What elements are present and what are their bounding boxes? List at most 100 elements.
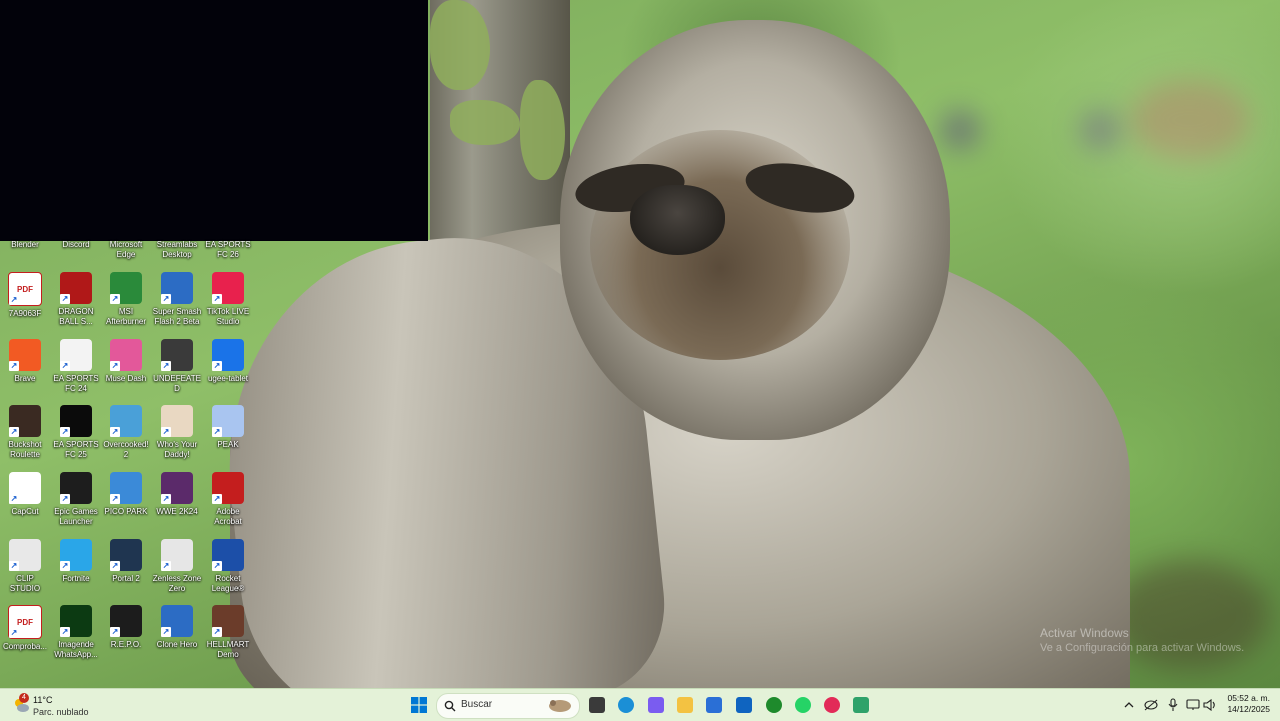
desktop-icon-label: Imagende WhatsApp...: [54, 640, 98, 659]
desktop-shortcut[interactable]: ↗ Brave: [0, 337, 50, 401]
desktop-shortcut[interactable]: ↗ Adobe Acrobat: [203, 470, 253, 534]
outlook-icon: [736, 697, 752, 713]
desktop-icon-label[interactable]: Streamlabs Desktop: [152, 240, 202, 260]
desktop-icon-label: Epic Games Launcher: [54, 507, 98, 526]
windows-logo-icon: [411, 697, 427, 713]
shortcut-arrow-icon: ↗: [60, 627, 70, 637]
desktop-shortcut[interactable]: ↗ Fortnite: [51, 537, 101, 601]
desktop-shortcut[interactable]: ↗ Rocket League®: [203, 537, 253, 601]
whos-your-daddy-icon: ↗: [161, 405, 193, 437]
network-button[interactable]: [1184, 693, 1202, 717]
desktop-icon-label: Muse Dash: [105, 374, 147, 383]
taskbar-search-box[interactable]: Buscar: [436, 693, 580, 719]
taskbar-app-whatsapp[interactable]: [791, 693, 815, 717]
desktop-shortcut[interactable]: ↗ R.E.P.O.: [101, 603, 151, 667]
shortcut-arrow-icon: ↗: [161, 627, 171, 637]
desktop-icon-label: Clone Hero: [156, 640, 198, 649]
microphone-button[interactable]: [1165, 693, 1181, 717]
shortcut-arrow-icon: ↗: [110, 627, 120, 637]
desktop-icon-label[interactable]: Blender: [0, 240, 50, 250]
show-hidden-icons-button[interactable]: [1122, 693, 1136, 717]
shortcut-arrow-icon: ↗: [161, 361, 171, 371]
desktop-icon-label[interactable]: Microsoft Edge: [101, 240, 151, 260]
desktop-icon-label: ugee-tablet: [207, 374, 249, 383]
shortcut-arrow-icon: ↗: [9, 561, 19, 571]
desktop-shortcut[interactable]: ↗ TikTok LIVE Studio: [203, 270, 253, 334]
taskbar-app-edge[interactable]: [614, 693, 638, 717]
taskbar: 4 11°C Parc. nublado Buscar 05:52 a. m. …: [0, 688, 1280, 721]
desktop-shortcut[interactable]: ↗ HELLMART Demo: [203, 603, 253, 667]
weather-description: Parc. nublado: [33, 707, 89, 717]
start-button[interactable]: [407, 693, 431, 717]
desktop-shortcut[interactable]: ↗ EA SPORTS FC 24: [51, 337, 101, 401]
taskbar-app-file-explorer[interactable]: [585, 693, 609, 717]
desktop-shortcut[interactable]: ↗ PICO PARK: [101, 470, 151, 534]
shortcut-arrow-icon: ↗: [161, 494, 171, 504]
desktop-shortcut[interactable]: ↗ PEAK: [203, 403, 253, 467]
desktop-shortcut[interactable]: PDF ↗ 7A9063F: [0, 270, 50, 334]
shortcut-arrow-icon: ↗: [9, 295, 19, 305]
desktop-shortcut[interactable]: ↗ Zenless Zone Zero: [152, 537, 202, 601]
desktop-icon-label[interactable]: Discord: [51, 240, 101, 250]
desktop-shortcut[interactable]: ↗ Portal 2: [101, 537, 151, 601]
desktop-shortcut[interactable]: ↗ CapCut: [0, 470, 50, 534]
desktop-icon-label[interactable]: EA SPORTS FC 26: [203, 240, 253, 260]
shortcut-arrow-icon: ↗: [212, 627, 222, 637]
shortcut-arrow-icon: ↗: [161, 427, 171, 437]
desktop-shortcut[interactable]: ↗ Who's Your Daddy!: [152, 403, 202, 467]
desktop-shortcut[interactable]: ↗ Clone Hero: [152, 603, 202, 667]
shortcut-arrow-icon: ↗: [110, 361, 120, 371]
desktop-shortcut[interactable]: ↗ DRAGON BALL S...: [51, 270, 101, 334]
desktop-shortcut[interactable]: ↗ UNDEFEATED: [152, 337, 202, 401]
desktop-icon-label: HELLMART Demo: [206, 640, 250, 659]
search-icon: [444, 700, 456, 712]
search-highlight-icon: [549, 700, 571, 712]
desktop-shortcut[interactable]: ↗ ugee-tablet: [203, 337, 253, 401]
shortcut-arrow-icon: ↗: [9, 427, 19, 437]
buckshot-icon: ↗: [9, 405, 41, 437]
weather-widget[interactable]: 4 11°C Parc. nublado: [12, 693, 132, 717]
desktop-shortcut[interactable]: ↗ WWE 2K24: [152, 470, 202, 534]
desktop-shortcut[interactable]: ↗ Epic Games Launcher: [51, 470, 101, 534]
activation-watermark-title: Activar Windows: [1040, 626, 1129, 640]
desktop-shortcut[interactable]: ↗ CLIP STUDIO: [0, 537, 50, 601]
clock-time: 05:52 a. m.: [1227, 693, 1270, 703]
shortcut-arrow-icon: ↗: [9, 361, 19, 371]
desktop-shortcut[interactable]: ↗ Buckshot Roulette: [0, 403, 50, 467]
wallpaper-leaf: [1130, 80, 1250, 160]
overcooked-icon: ↗: [110, 405, 142, 437]
taskbar-app-media-player[interactable]: [820, 693, 844, 717]
shortcut-arrow-icon: ↗: [60, 494, 70, 504]
desktop-shortcut[interactable]: ↗ EA SPORTS FC 25: [51, 403, 101, 467]
store-icon: [706, 697, 722, 713]
desktop-shortcut[interactable]: ↗ Super Smash Flash 2 Beta: [152, 270, 202, 334]
desktop-icon-label: EA SPORTS FC 24: [53, 374, 99, 393]
taskbar-app-android-app[interactable]: [849, 693, 873, 717]
shortcut-arrow-icon: ↗: [212, 494, 222, 504]
network-icon: [1186, 699, 1200, 710]
capcut-icon: ↗: [9, 472, 41, 504]
taskbar-app-store[interactable]: [702, 693, 726, 717]
shortcut-arrow-icon: ↗: [110, 427, 120, 437]
pico-park-icon: ↗: [110, 472, 142, 504]
desktop-icon-label: MSI Afterburner: [105, 307, 147, 326]
taskbar-app-copilot[interactable]: [644, 693, 668, 717]
desktop-shortcut[interactable]: ↗ MSI Afterburner: [101, 270, 151, 334]
fortnite-icon: ↗: [60, 539, 92, 571]
desktop-shortcut[interactable]: ↗ Muse Dash: [101, 337, 151, 401]
desktop-shortcut[interactable]: PDF ↗ Comproba...: [0, 603, 50, 667]
epic-games-icon: ↗: [60, 472, 92, 504]
taskbar-app-outlook[interactable]: [732, 693, 756, 717]
search-placeholder: Buscar: [461, 699, 493, 710]
clock[interactable]: 05:52 a. m. 14/12/2025: [1222, 693, 1270, 715]
taskbar-app-folder[interactable]: [673, 693, 697, 717]
desktop-shortcut[interactable]: ↗ Imagende WhatsApp...: [51, 603, 101, 667]
tray-app-button[interactable]: [1142, 693, 1160, 717]
volume-button[interactable]: [1202, 693, 1218, 717]
taskbar-app-xbox[interactable]: [762, 693, 786, 717]
desktop-shortcut[interactable]: ↗ Overcooked! 2: [101, 403, 151, 467]
brave-icon: ↗: [9, 339, 41, 371]
shortcut-arrow-icon: ↗: [9, 494, 19, 504]
file-explorer-icon: [589, 697, 605, 713]
desktop-icons: Blender Discord Microsoft Edge Streamlab…: [0, 0, 260, 688]
